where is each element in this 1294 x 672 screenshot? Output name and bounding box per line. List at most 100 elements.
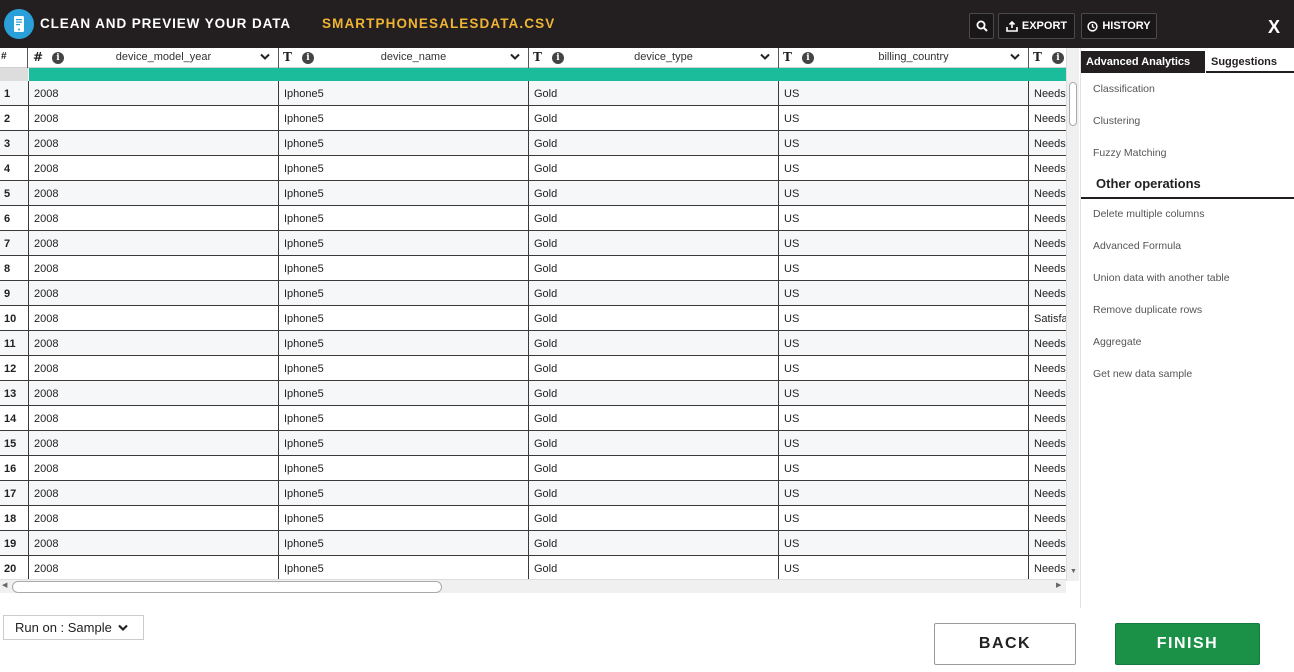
cell-device-name[interactable]: Iphone5 [279,456,529,481]
vertical-scrollbar[interactable]: ▲ ▼ [1066,48,1079,581]
cell-device-name[interactable]: Iphone5 [279,531,529,556]
cell-partial[interactable]: Needs [1029,231,1066,256]
cell-device-model-year[interactable]: 2008 [29,131,279,156]
cell-billing-country[interactable]: US [779,81,1029,106]
cell-partial[interactable]: Needs [1029,106,1066,131]
cell-partial[interactable]: Needs [1029,81,1066,106]
cell-partial[interactable]: Needs [1029,431,1066,456]
column-header-device-model-year[interactable]: # i device_model_year [29,48,279,68]
info-icon[interactable]: i [802,52,814,64]
column-header-billing-country[interactable]: T i billing_country [779,48,1029,68]
cell-partial[interactable]: Needs [1029,256,1066,281]
cell-billing-country[interactable]: US [779,556,1029,581]
cell-billing-country[interactable]: US [779,331,1029,356]
cell-device-name[interactable]: Iphone5 [279,406,529,431]
cell-billing-country[interactable]: US [779,231,1029,256]
cell-billing-country[interactable]: US [779,181,1029,206]
sidebar-item-aggregate[interactable]: Aggregate [1093,336,1141,348]
cell-device-type[interactable]: Gold [529,156,779,181]
cell-billing-country[interactable]: US [779,256,1029,281]
run-on-select[interactable]: Run on : Sample [3,615,144,640]
info-icon[interactable]: i [552,52,564,64]
cell-device-name[interactable]: Iphone5 [279,206,529,231]
column-header-partial[interactable]: T i [1029,48,1066,68]
cell-device-name[interactable]: Iphone5 [279,431,529,456]
search-button[interactable] [969,13,994,39]
cell-device-model-year[interactable]: 2008 [29,531,279,556]
cell-device-name[interactable]: Iphone5 [279,81,529,106]
cell-device-model-year[interactable]: 2008 [29,106,279,131]
export-button[interactable]: EXPORT [998,13,1075,39]
cell-partial[interactable]: Satisfa [1029,306,1066,331]
cell-partial[interactable]: Needs [1029,481,1066,506]
cell-device-model-year[interactable]: 2008 [29,281,279,306]
cell-billing-country[interactable]: US [779,106,1029,131]
close-button[interactable]: X [1268,17,1280,38]
cell-partial[interactable]: Needs [1029,381,1066,406]
chevron-down-icon[interactable] [510,53,520,61]
scroll-right-arrow[interactable]: ▶ [1056,581,1061,589]
cell-device-model-year[interactable]: 2008 [29,381,279,406]
cell-device-type[interactable]: Gold [529,231,779,256]
cell-billing-country[interactable]: US [779,431,1029,456]
cell-partial[interactable]: Needs [1029,156,1066,181]
cell-device-type[interactable]: Gold [529,506,779,531]
cell-billing-country[interactable]: US [779,506,1029,531]
cell-device-name[interactable]: Iphone5 [279,156,529,181]
cell-device-name[interactable]: Iphone5 [279,231,529,256]
cell-billing-country[interactable]: US [779,456,1029,481]
tab-advanced-analytics[interactable]: Advanced Analytics [1081,51,1205,73]
cell-partial[interactable]: Needs [1029,181,1066,206]
cell-device-model-year[interactable]: 2008 [29,81,279,106]
cell-device-model-year[interactable]: 2008 [29,206,279,231]
cell-partial[interactable]: Needs [1029,131,1066,156]
finish-button[interactable]: FINISH [1115,623,1260,665]
cell-device-type[interactable]: Gold [529,381,779,406]
cell-billing-country[interactable]: US [779,381,1029,406]
back-button[interactable]: BACK [934,623,1076,665]
sidebar-item-get-new-data-sample[interactable]: Get new data sample [1093,368,1192,380]
cell-device-name[interactable]: Iphone5 [279,256,529,281]
cell-device-model-year[interactable]: 2008 [29,231,279,256]
cell-device-name[interactable]: Iphone5 [279,306,529,331]
cell-device-model-year[interactable]: 2008 [29,306,279,331]
cell-device-model-year[interactable]: 2008 [29,406,279,431]
cell-device-model-year[interactable]: 2008 [29,331,279,356]
cell-device-name[interactable]: Iphone5 [279,506,529,531]
cell-billing-country[interactable]: US [779,531,1029,556]
cell-device-name[interactable]: Iphone5 [279,281,529,306]
vertical-scroll-thumb[interactable] [1069,82,1077,126]
cell-device-type[interactable]: Gold [529,181,779,206]
chevron-down-icon[interactable] [1010,53,1020,61]
cell-device-name[interactable]: Iphone5 [279,131,529,156]
cell-device-type[interactable]: Gold [529,81,779,106]
scroll-left-arrow[interactable]: ◀ [2,581,7,589]
cell-partial[interactable]: Needs [1029,506,1066,531]
cell-device-type[interactable]: Gold [529,406,779,431]
cell-device-model-year[interactable]: 2008 [29,181,279,206]
cell-device-type[interactable]: Gold [529,456,779,481]
cell-device-model-year[interactable]: 2008 [29,481,279,506]
sidebar-item-fuzzy-matching[interactable]: Fuzzy Matching [1093,147,1167,159]
cell-device-type[interactable]: Gold [529,356,779,381]
cell-device-type[interactable]: Gold [529,106,779,131]
cell-billing-country[interactable]: US [779,131,1029,156]
tab-suggestions[interactable]: Suggestions [1206,51,1294,73]
cell-partial[interactable]: Needs [1029,406,1066,431]
cell-partial[interactable]: Needs [1029,356,1066,381]
cell-device-name[interactable]: Iphone5 [279,331,529,356]
sidebar-item-delete-multiple-columns[interactable]: Delete multiple columns [1093,208,1204,220]
cell-partial[interactable]: Needs [1029,531,1066,556]
sidebar-item-advanced-formula[interactable]: Advanced Formula [1093,240,1181,252]
cell-billing-country[interactable]: US [779,281,1029,306]
sidebar-item-classification[interactable]: Classification [1093,83,1155,95]
cell-device-model-year[interactable]: 2008 [29,456,279,481]
cell-device-model-year[interactable]: 2008 [29,356,279,381]
info-icon[interactable]: i [1052,52,1064,64]
cell-device-type[interactable]: Gold [529,281,779,306]
cell-device-model-year[interactable]: 2008 [29,556,279,581]
horizontal-scroll-thumb[interactable] [12,581,442,593]
cell-device-name[interactable]: Iphone5 [279,106,529,131]
cell-device-name[interactable]: Iphone5 [279,481,529,506]
cell-billing-country[interactable]: US [779,156,1029,181]
